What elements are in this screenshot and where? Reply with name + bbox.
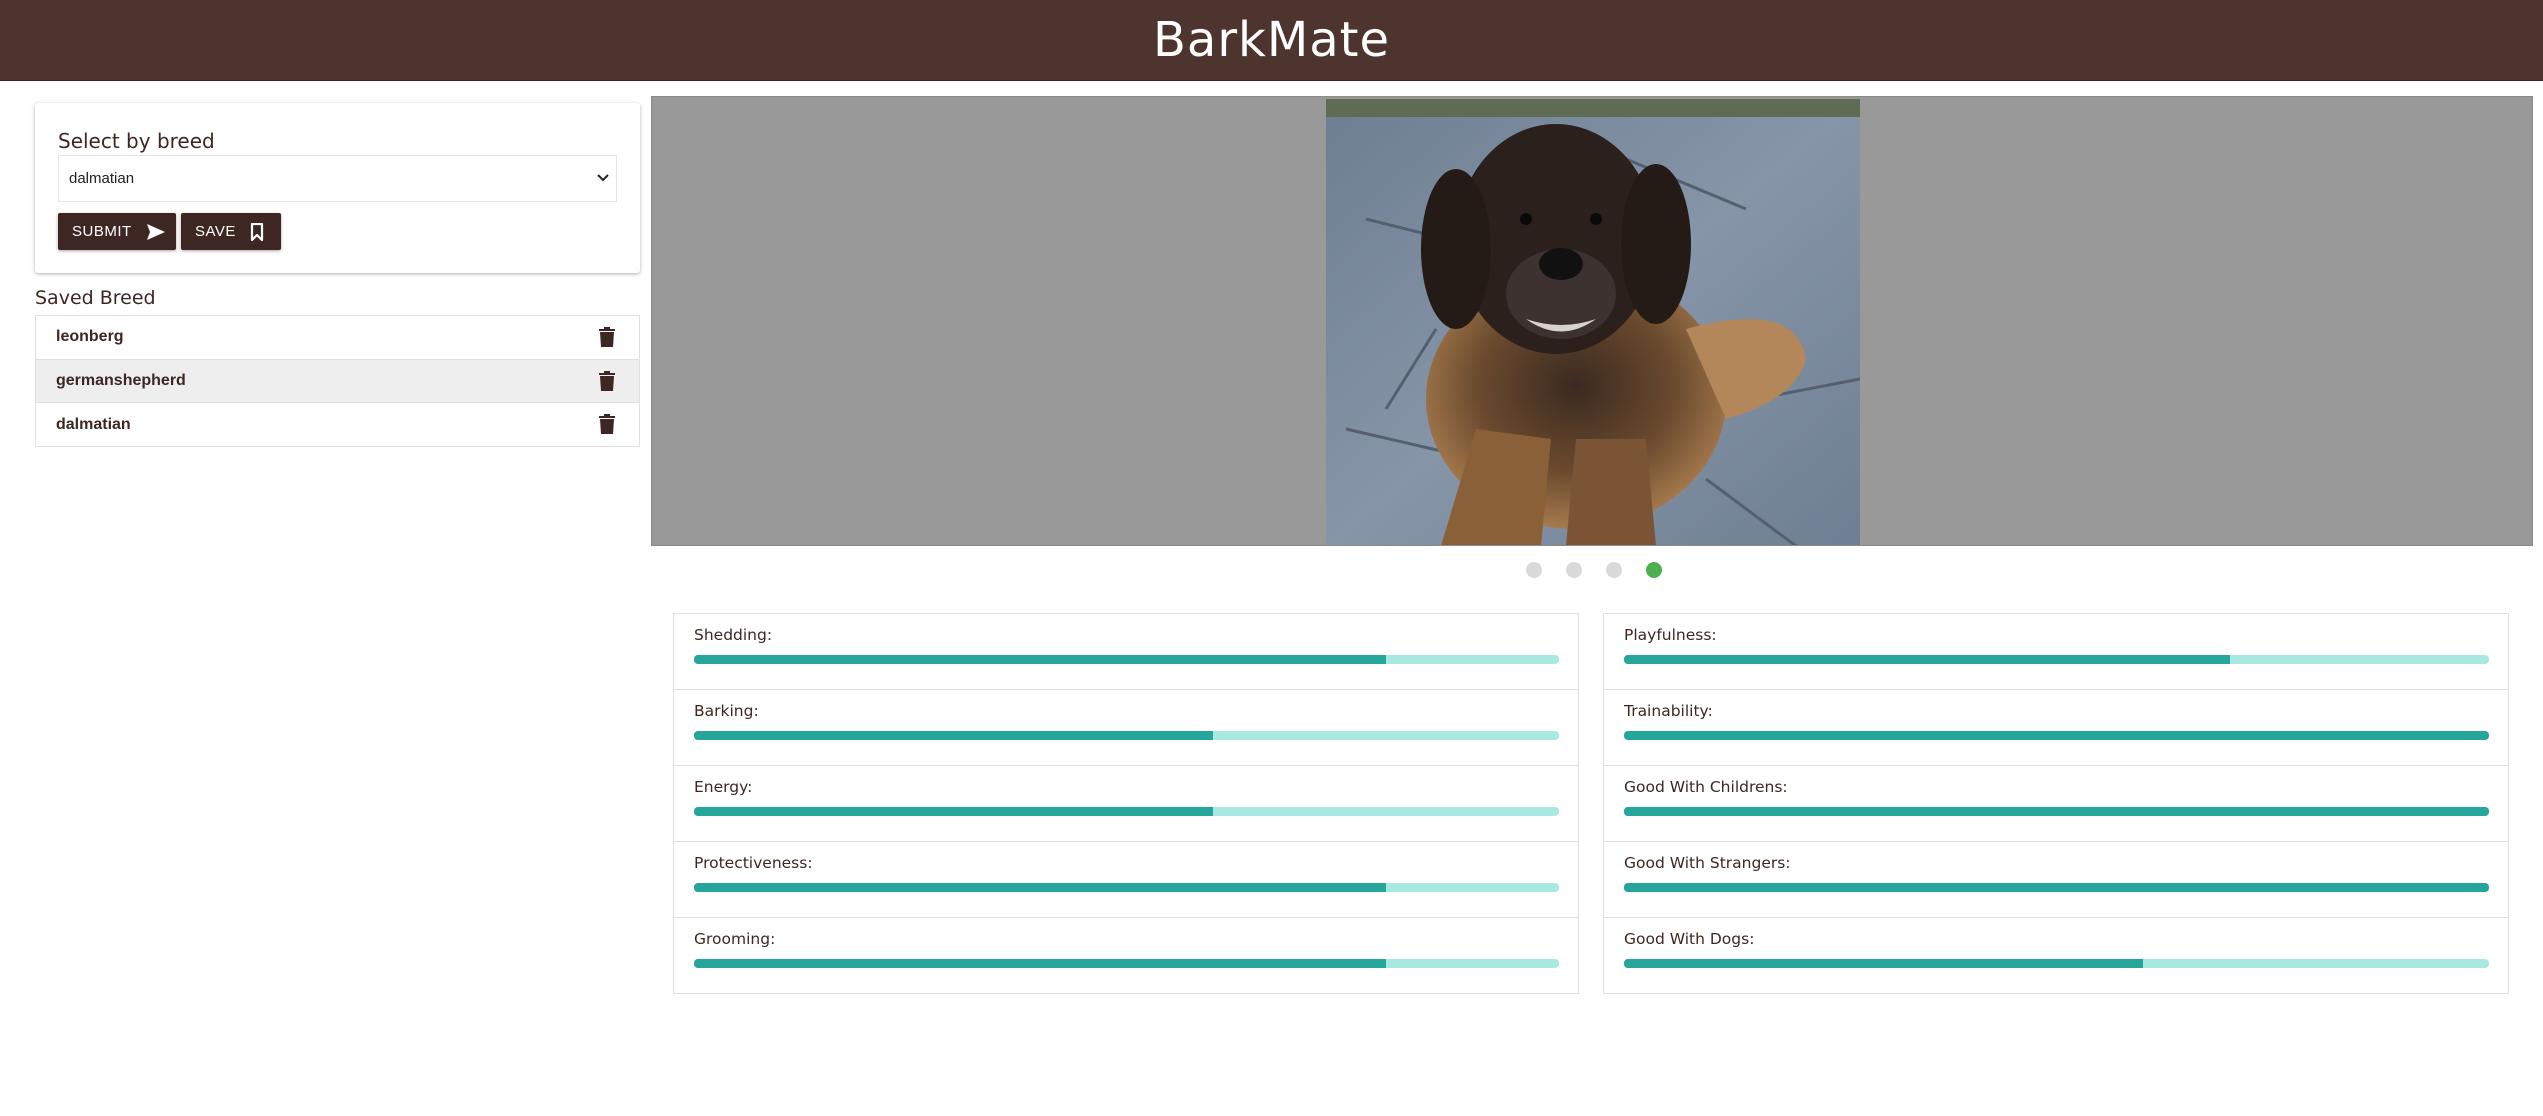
stat-row: Energy: <box>674 766 1578 842</box>
saved-breed-list: leonberg germanshepherd dalmatian <box>35 315 640 447</box>
stat-label: Good With Strangers: <box>1624 854 1791 872</box>
app-title: BarkMate <box>1152 12 1391 68</box>
bookmark-icon <box>250 222 264 241</box>
stat-bar-fill <box>694 883 1386 892</box>
trash-icon[interactable] <box>599 414 615 434</box>
breed-stats-right: Playfulness: Trainability: Good With Chi… <box>1603 613 2509 994</box>
stat-label: Energy: <box>694 778 753 796</box>
stat-bar-fill <box>1624 959 2143 968</box>
saved-item-label: leonberg <box>56 328 124 346</box>
breed-stats-left: Shedding: Barking: Energy: Protectivenes… <box>673 613 1579 994</box>
stat-bar <box>694 731 1559 740</box>
stat-label: Good With Dogs: <box>1624 930 1755 948</box>
stat-label: Protectiveness: <box>694 854 813 872</box>
stat-label: Barking: <box>694 702 759 720</box>
stat-row: Protectiveness: <box>674 842 1578 918</box>
stat-row: Shedding: <box>674 614 1578 690</box>
breed-select-card: Select by breed dalmatian SUBMIT SAVE <box>35 103 640 273</box>
stat-bar-fill <box>1624 655 2230 664</box>
saved-breed-title: Saved Breed <box>35 287 156 309</box>
submit-button[interactable]: SUBMIT <box>58 213 176 250</box>
select-label: Select by breed <box>58 129 215 153</box>
stat-bar-fill <box>694 959 1386 968</box>
carousel-dot[interactable] <box>1566 562 1582 578</box>
stat-bar <box>1624 807 2489 816</box>
dog-image-carousel[interactable] <box>651 96 2533 546</box>
stat-row: Trainability: <box>1604 690 2508 766</box>
stat-bar <box>694 655 1559 664</box>
stat-row: Good With Childrens: <box>1604 766 2508 842</box>
stat-bar <box>694 807 1559 816</box>
stat-bar-fill <box>1624 731 2489 740</box>
stat-bar <box>694 959 1559 968</box>
stat-label: Good With Childrens: <box>1624 778 1788 796</box>
stat-bar <box>694 883 1559 892</box>
dog-photo <box>1326 99 1860 545</box>
submit-button-label: SUBMIT <box>72 223 132 240</box>
stat-row: Grooming: <box>674 918 1578 994</box>
stat-bar-fill <box>694 731 1213 740</box>
saved-item-germanshepherd[interactable]: germanshepherd <box>36 359 639 403</box>
carousel-dot-active[interactable] <box>1646 562 1662 578</box>
stat-bar <box>1624 655 2489 664</box>
stat-bar-fill <box>694 807 1213 816</box>
breed-dropdown[interactable]: dalmatian <box>58 155 617 202</box>
stat-label: Trainability: <box>1624 702 1713 720</box>
chevron-down-icon <box>597 174 609 182</box>
stat-bar <box>1624 883 2489 892</box>
trash-icon[interactable] <box>599 370 615 391</box>
stat-row: Good With Dogs: <box>1604 918 2508 994</box>
carousel-dot[interactable] <box>1606 562 1622 578</box>
saved-item-label: dalmatian <box>56 415 131 433</box>
send-icon <box>146 223 166 241</box>
stat-row: Barking: <box>674 690 1578 766</box>
save-button[interactable]: SAVE <box>181 213 281 250</box>
stat-bar-fill <box>694 655 1386 664</box>
stat-label: Grooming: <box>694 930 776 948</box>
save-button-label: SAVE <box>195 223 236 240</box>
stat-bar-fill <box>1624 807 2489 816</box>
saved-item-leonberg[interactable]: leonberg <box>36 316 639 360</box>
carousel-dot[interactable] <box>1526 562 1542 578</box>
stat-label: Playfulness: <box>1624 626 1717 644</box>
app-header: BarkMate <box>0 0 2543 81</box>
stat-row: Good With Strangers: <box>1604 842 2508 918</box>
saved-item-label: germanshepherd <box>56 371 186 389</box>
stat-bar <box>1624 731 2489 740</box>
stat-bar-fill <box>1624 883 2489 892</box>
stat-label: Shedding: <box>694 626 773 644</box>
stat-row: Playfulness: <box>1604 614 2508 690</box>
stat-bar <box>1624 959 2489 968</box>
trash-icon[interactable] <box>599 327 615 347</box>
breed-dropdown-value: dalmatian <box>69 170 135 187</box>
saved-item-dalmatian[interactable]: dalmatian <box>36 403 639 447</box>
